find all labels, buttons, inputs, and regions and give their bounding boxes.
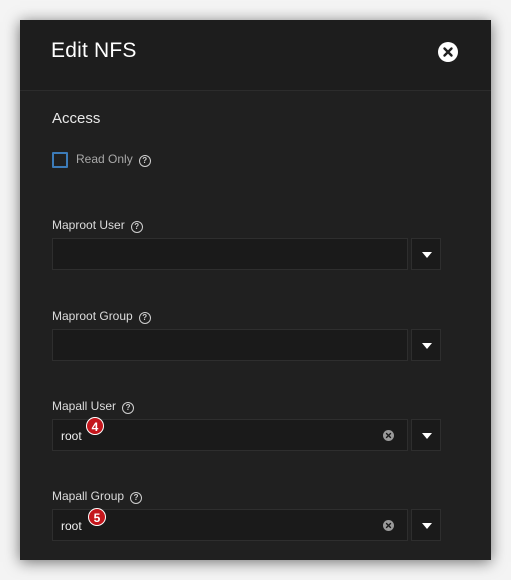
mapall-user-select[interactable]: root	[52, 419, 408, 451]
mapall-user-label-text: Mapall User	[52, 399, 117, 413]
mapall-group-label: Mapall Group?	[52, 489, 143, 504]
mapall-user-dropdown-button[interactable]	[411, 419, 441, 451]
read-only-label: Read Only?	[76, 152, 151, 167]
access-section-title: Access	[52, 110, 101, 127]
maproot-group-dropdown-button[interactable]	[411, 329, 441, 361]
caret-down-icon	[422, 433, 432, 439]
help-icon[interactable]: ?	[130, 492, 143, 504]
maproot-user-select[interactable]	[52, 238, 408, 270]
edit-nfs-dialog: Edit NFS Access Read Only? Maproot User?…	[20, 20, 491, 560]
maproot-group-label-text: Maproot Group	[52, 309, 133, 323]
clear-icon[interactable]	[383, 520, 394, 531]
maproot-group-label: Maproot Group?	[52, 309, 151, 324]
step-badge: 5	[88, 508, 106, 526]
help-icon[interactable]: ?	[130, 221, 143, 233]
maproot-user-label: Maproot User?	[52, 218, 143, 233]
caret-down-icon	[422, 252, 432, 258]
dialog-header: Edit NFS	[20, 20, 491, 91]
step-badge: 4	[86, 417, 104, 435]
mapall-group-dropdown-button[interactable]	[411, 509, 441, 541]
help-icon[interactable]: ?	[138, 312, 151, 324]
caret-down-icon	[422, 343, 432, 349]
read-only-checkbox[interactable]	[52, 152, 68, 168]
mapall-user-label: Mapall User?	[52, 399, 135, 414]
maproot-user-label-text: Maproot User	[52, 218, 125, 232]
dialog-title: Edit NFS	[51, 39, 137, 62]
maproot-group-select[interactable]	[52, 329, 408, 361]
close-icon[interactable]	[438, 42, 458, 62]
help-icon[interactable]: ?	[122, 402, 135, 414]
clear-icon[interactable]	[383, 430, 394, 441]
read-only-label-text: Read Only	[76, 152, 133, 166]
mapall-user-value: root	[61, 429, 82, 443]
maproot-user-dropdown-button[interactable]	[411, 238, 441, 270]
caret-down-icon	[422, 523, 432, 529]
mapall-group-label-text: Mapall Group	[52, 489, 125, 503]
help-icon[interactable]: ?	[138, 155, 151, 167]
mapall-group-value: root	[61, 519, 82, 533]
